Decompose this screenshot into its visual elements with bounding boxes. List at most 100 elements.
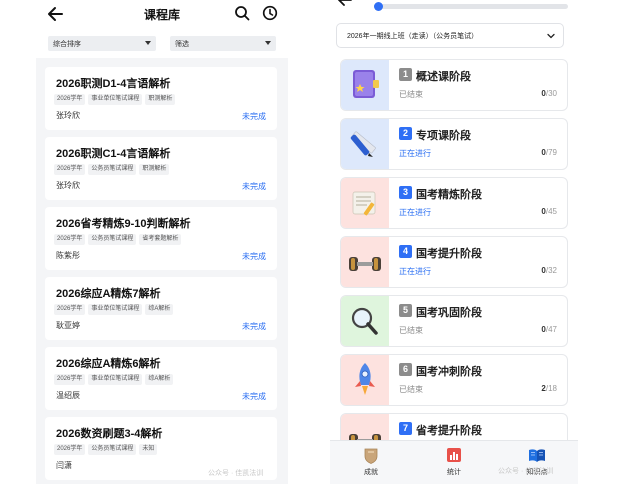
stage-status: 正在进行 <box>399 149 431 158</box>
stage-number-badge: 6 <box>399 363 412 376</box>
stage-progress-count: 0/79 <box>541 148 557 157</box>
stage-total-count: /79 <box>545 148 557 157</box>
dropdown-caret-icon <box>265 41 271 45</box>
watermark: 公众号 · 佳凯法训 <box>208 470 264 477</box>
course-tag: 2026学年 <box>54 374 86 385</box>
stage-name: 概述课阶段 <box>416 71 471 83</box>
stage-status: 正在进行 <box>399 267 431 276</box>
course-teacher: 温绍辰 <box>56 391 80 400</box>
course-card[interactable]: 2026综应A精炼7解析 2026学年 事业单位笔试课程 综A解析 耿亚婷 未完成 <box>45 277 277 340</box>
progress-slider[interactable] <box>374 2 568 11</box>
course-tag: 公务员笔试课程 <box>88 234 137 245</box>
tab-statistics[interactable]: 统计 <box>429 446 479 477</box>
history-clock-icon[interactable] <box>262 5 278 21</box>
page-title: 课程库 <box>143 8 180 22</box>
stage-card[interactable]: 6 国考冲刺阶段 已结束 2/18 <box>340 354 568 406</box>
completion-status: 未完成 <box>242 322 266 331</box>
completion-status: 未完成 <box>242 252 266 261</box>
course-tag: 事业单位笔试课程 <box>88 304 143 315</box>
course-tag: 未知 <box>139 444 158 455</box>
dumbbell-icon <box>341 237 389 287</box>
course-tag: 省考套题解析 <box>139 234 182 245</box>
progress-slider-knob[interactable] <box>374 2 383 11</box>
course-teacher: 陈紫彤 <box>56 251 80 260</box>
stage-number-badge: 4 <box>399 245 412 258</box>
tab-achievement[interactable]: 成就 <box>346 446 396 477</box>
course-tag: 2026学年 <box>54 444 86 455</box>
course-tag: 公务员笔试课程 <box>88 164 137 175</box>
back-arrow-icon[interactable] <box>338 0 352 6</box>
shield-icon <box>364 448 378 464</box>
course-teacher: 耿亚婷 <box>56 321 80 330</box>
course-card[interactable]: 2026职测C1-4言语解析 2026学年 公务员笔试课程 职测解析 张玲欣 未完成 <box>45 137 277 200</box>
filter-bar: 综合排序 筛选 <box>36 28 288 58</box>
course-tag: 2026学年 <box>54 94 86 105</box>
course-title: 2026综应A精炼7解析 <box>56 288 161 300</box>
magnifier-icon <box>341 296 389 346</box>
stage-name: 国考冲刺阶段 <box>416 366 482 378</box>
course-tag: 2026学年 <box>54 164 86 175</box>
stage-name: 专项课阶段 <box>416 130 471 142</box>
completion-status: 未完成 <box>242 182 266 191</box>
filter-dropdown[interactable]: 筛选 <box>170 36 276 51</box>
course-card[interactable]: 2026综应A精炼6解析 2026学年 事业单位笔试课程 综A解析 温绍辰 未完成 <box>45 347 277 410</box>
course-tag: 公务员笔试课程 <box>88 444 137 455</box>
course-title: 2026综应A精炼6解析 <box>56 358 161 370</box>
stage-status: 正在进行 <box>399 208 431 217</box>
course-tags: 2026学年 事业单位笔试课程 综A解析 <box>54 374 174 385</box>
stage-card[interactable]: 4 国考提升阶段正在进行 0/32 <box>340 236 568 288</box>
course-select[interactable]: 2026年一期线上班（走读）（公务员笔试） <box>336 23 564 48</box>
watermark: 公众号 · 佳凯法训 <box>498 468 554 475</box>
course-tag: 职测解析 <box>139 164 170 175</box>
course-tag: 2026学年 <box>54 304 86 315</box>
course-library-screen: 课程库 综合排序 筛选 2026职测D1-4言语解析 2026学年 事业单位笔试课程… <box>36 0 288 484</box>
stage-card[interactable]: 3 国考精炼阶段 正在进行 0/45 <box>340 177 568 229</box>
stage-progress-count: 0/32 <box>541 266 557 275</box>
sort-dropdown-label: 综合排序 <box>53 41 81 48</box>
completion-status: 未完成 <box>242 112 266 121</box>
bottom-tab-bar: 成就 统计 知识点 <box>330 440 578 484</box>
course-title: 2026数资刷题3-4解析 <box>56 428 163 440</box>
course-tag: 事业单位笔试课程 <box>88 94 143 105</box>
stage-number-badge: 5 <box>399 304 412 317</box>
course-tag: 职测解析 <box>145 94 176 105</box>
stage-total-count: /32 <box>545 266 557 275</box>
stage-total-count: /30 <box>545 89 557 98</box>
stage-total-count: /18 <box>545 384 557 393</box>
tab-label: 成就 <box>364 469 378 476</box>
search-icon[interactable] <box>234 5 250 21</box>
course-tag: 综A解析 <box>145 374 174 385</box>
completion-status: 未完成 <box>242 392 266 401</box>
tab-label: 统计 <box>447 469 461 476</box>
stage-card[interactable]: 2 专项课阶段正在进行 0/79 <box>340 118 568 170</box>
course-card[interactable]: 2026省考精炼9-10判断解析 2026学年 公务员笔试课程 省考套题解析 陈紫彤 未完… <box>45 207 277 270</box>
open-book-icon <box>529 449 545 462</box>
course-tags: 2026学年 公务员笔试课程 未知 <box>54 444 158 455</box>
course-teacher: 张玲欣 <box>56 111 80 120</box>
course-teacher: 张玲欣 <box>56 181 80 190</box>
course-title: 2026职测D1-4言语解析 <box>56 78 171 90</box>
stage-number-badge: 3 <box>399 186 412 199</box>
stage-card[interactable]: 5 国考巩固阶段 已结束 0/47 <box>340 295 568 347</box>
course-tags: 2026学年 公务员笔试课程 职测解析 <box>54 164 170 175</box>
course-tags: 2026学年 事业单位笔试课程 综A解析 <box>54 304 174 315</box>
pen-ruler-icon <box>341 119 389 169</box>
stage-number-badge: 2 <box>399 127 412 140</box>
course-title: 2026职测C1-4言语解析 <box>56 148 171 160</box>
stage-card[interactable]: 1 概述课阶段 已结束 0/30 <box>340 59 568 111</box>
sort-dropdown[interactable]: 综合排序 <box>48 36 156 51</box>
course-select-value: 2026年一期线上班（走读）（公务员笔试） <box>347 33 479 40</box>
dropdown-caret-icon <box>145 41 151 45</box>
stage-total-count: /47 <box>545 325 557 334</box>
course-card[interactable]: 2026职测D1-4言语解析 2026学年 事业单位笔试课程 职测解析张玲欣 未完成 <box>45 67 277 130</box>
course-tags: 2026学年 公务员笔试课程 省考套题解析 <box>54 234 182 245</box>
stage-name: 国考巩固阶段 <box>416 307 482 319</box>
stage-status: 已结束 <box>399 385 423 394</box>
stage-status: 已结束 <box>399 326 423 335</box>
book-icon <box>341 60 389 110</box>
course-tag: 2026学年 <box>54 234 86 245</box>
stage-name: 国考提升阶段 <box>416 248 482 260</box>
bar-chart-icon <box>447 448 461 462</box>
stage-status: 已结束 <box>399 90 423 99</box>
course-tag: 综A解析 <box>145 304 174 315</box>
